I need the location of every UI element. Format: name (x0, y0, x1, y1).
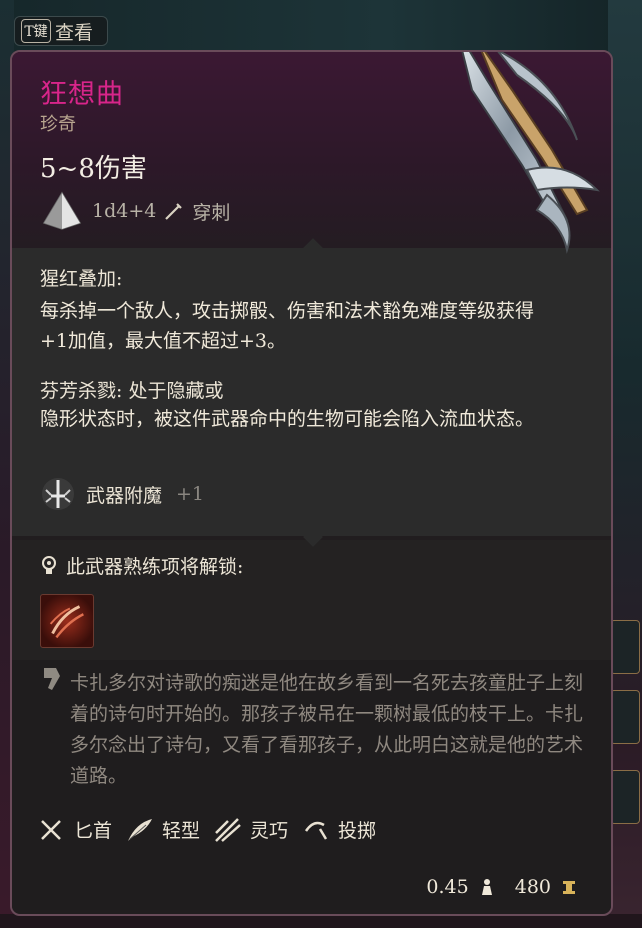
enchanted-sword-icon (42, 478, 74, 510)
enchantment-label: 武器附魔 (86, 484, 163, 507)
item-damage: 5~8伤害 (40, 154, 147, 184)
bleed-slash-icon (49, 605, 84, 639)
item-tooltip: 狂想曲 珍奇 5~8伤害 1d4+4 穿刺 猩红叠加: 每杀掉一个敌人，攻击掷骰… (10, 50, 613, 916)
tag-label: 灵巧 (250, 820, 289, 842)
price-value: 480 (514, 876, 551, 898)
finesse-icon (215, 817, 241, 842)
item-name: 狂想曲 (40, 79, 124, 110)
inspect-label: 查看 (55, 21, 94, 44)
weapon-tags: 匕首 轻型 灵巧 投掷 (38, 816, 376, 843)
dice-value: 1d4+4 (92, 200, 157, 222)
d4-dice-icon (42, 191, 82, 230)
proficiency-text: 此武器熟练项将解锁: (66, 556, 244, 578)
lore-text: 卡扎多尔对诗歌的痴迷是他在故乡看到一名死去孩童肚子上刻着的诗句时开始的。那孩子被… (70, 672, 584, 787)
gold-coin-icon (563, 881, 575, 894)
tag-label: 轻型 (162, 820, 201, 842)
weapon-action-icon[interactable] (40, 594, 94, 648)
damage-type: 穿刺 (192, 201, 231, 224)
tag-finesse: 灵巧 (214, 816, 288, 843)
item-rarity: 珍奇 (40, 114, 76, 135)
weapon-image (461, 52, 600, 254)
effect-text: 每杀掉一个敌人，攻击掷骰、伤害和法术豁免难度等级获得+1加值，最大值不超过+3。 (40, 300, 535, 352)
tag-label: 匕首 (74, 820, 113, 842)
inspect-button[interactable]: T键 查看 (14, 16, 108, 46)
background-bottom (0, 914, 642, 928)
effect-name: 芬芳杀戮: 处于隐藏或 (40, 380, 224, 402)
tag-label: 投掷 (338, 820, 377, 842)
weight-value: 0.45 (426, 876, 469, 898)
enchantment-value: +1 (176, 483, 205, 505)
weight-icon (481, 879, 492, 895)
effect-text: 隐形状态时，被这件武器命中的生物可能会陷入流血状态。 (40, 408, 535, 430)
damage-dice-row: 1d4+4 穿刺 (40, 189, 230, 233)
feather-icon (128, 818, 153, 841)
hotbar-slot[interactable] (610, 770, 640, 824)
quote-icon (44, 668, 60, 690)
proficiency-header: 此武器熟练项将解锁: (40, 552, 243, 579)
effect-name: 猩红叠加: (40, 268, 123, 290)
piercing-icon (165, 203, 183, 220)
tag-light: 轻型 (126, 816, 200, 843)
dagger-icon (41, 819, 61, 840)
lightbulb-icon (42, 555, 56, 574)
enchantment-row: 武器附魔 +1 (40, 476, 204, 512)
background-right (608, 0, 642, 928)
tag-dagger: 匕首 (38, 816, 112, 843)
keybind-t: T键 (21, 19, 51, 43)
thrown-icon (305, 821, 328, 840)
item-footer: 0.45 480 (426, 876, 577, 898)
hotbar-slot[interactable] (610, 620, 640, 674)
tag-thrown: 投掷 (302, 816, 376, 843)
hotbar-slot[interactable] (610, 690, 640, 744)
